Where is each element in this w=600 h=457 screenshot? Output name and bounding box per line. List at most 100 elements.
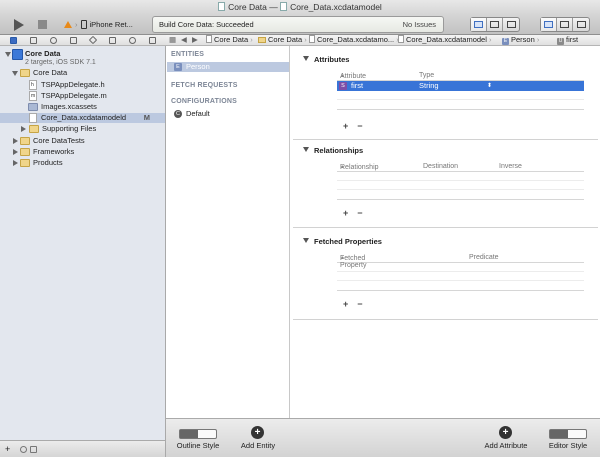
remove-fetched-property-icon[interactable]: − (357, 299, 362, 309)
disclosure-closed-icon[interactable] (13, 160, 18, 166)
tree-item-file[interactable]: Images.xcassets (0, 102, 165, 112)
add-entity-label: Add Entity (240, 441, 276, 450)
version-editor-button[interactable] (503, 18, 519, 31)
col-predicate[interactable]: Predicate (469, 254, 499, 261)
configurations-header: CONFIGURATIONS (171, 98, 238, 105)
add-entity-button[interactable]: + Add Entity (230, 419, 286, 457)
add-file-icon[interactable]: + (5, 444, 10, 454)
tree-item-label: Supporting Files (42, 124, 97, 133)
tree-item-group[interactable]: Supporting Files (0, 124, 165, 134)
jump-crumb-entity[interactable]: E Person › (502, 35, 539, 45)
back-arrow-icon[interactable]: ◀ (181, 35, 187, 45)
entity-item-person[interactable]: E Person (167, 62, 289, 72)
assistant-editor-button[interactable] (487, 18, 503, 31)
view-toggle-control[interactable] (540, 17, 590, 32)
tree-item-data-model[interactable]: Core_Data.xcdatamodeld M (0, 113, 165, 123)
add-attribute-icon[interactable]: + (343, 121, 348, 131)
remove-relationship-icon[interactable]: − (357, 208, 362, 218)
activity-status: Build Core Data: Succeeded (159, 20, 254, 29)
type-popup-chevron-icon[interactable]: ⬍ (487, 81, 492, 91)
attributes-header[interactable]: Attributes (303, 55, 349, 64)
outline-flat-icon[interactable] (180, 430, 198, 438)
recent-filter-icon[interactable] (20, 446, 27, 453)
add-fetched-property-icon[interactable]: + (343, 299, 348, 309)
issues-status[interactable]: No Issues (403, 17, 436, 32)
model-file-icon (309, 35, 315, 43)
sort-ascending-icon: ▲ (340, 255, 345, 261)
editor-style-label: Editor Style (548, 441, 588, 450)
editor-mode-control[interactable] (470, 17, 520, 32)
navigator-toggle-button[interactable] (541, 18, 557, 31)
related-items-icon[interactable]: ▦ (169, 35, 176, 45)
tree-item-group[interactable]: Frameworks (0, 147, 165, 157)
col-type[interactable]: Type (419, 72, 434, 79)
relationships-add-remove: + − (343, 208, 372, 218)
jump-crumb-group[interactable]: Core Data › (258, 35, 307, 45)
title-separator: — (269, 2, 278, 12)
section-divider (293, 139, 598, 140)
utilities-toggle-button[interactable] (573, 18, 589, 31)
editor-style-switch[interactable] (549, 429, 587, 439)
table-style-icon[interactable] (550, 430, 568, 438)
tree-item-sublabel: 2 targets, iOS SDK 7.1 (25, 59, 96, 66)
tree-item-file[interactable]: h TSPAppDelegate.h (0, 80, 165, 90)
issue-navigator-icon[interactable] (70, 36, 78, 44)
entities-header: ENTITIES (171, 51, 205, 58)
disclosure-closed-icon[interactable] (21, 126, 26, 132)
editor-bottom-bar: Outline Style + Add Entity + Add Attribu… (166, 418, 600, 457)
disclosure-closed-icon[interactable] (13, 138, 18, 144)
outline-style-switch[interactable] (179, 429, 217, 439)
jump-crumb-attribute[interactable]: Ufirst (557, 35, 578, 45)
disclosure-open-icon[interactable] (5, 52, 11, 57)
graph-style-icon[interactable] (568, 430, 586, 438)
relationships-header[interactable]: Relationships (303, 146, 363, 155)
log-navigator-icon[interactable] (148, 36, 156, 44)
add-attribute-button[interactable]: + Add Attribute (478, 419, 534, 457)
debug-toggle-button[interactable] (557, 18, 573, 31)
configuration-item-default[interactable]: C Default (167, 109, 289, 119)
tree-item-label: Images.xcassets (41, 102, 97, 111)
attribute-type-value[interactable]: String (419, 81, 439, 91)
source-control-badge: M (143, 113, 150, 122)
add-relationship-icon[interactable]: + (343, 208, 348, 218)
tree-item-file[interactable]: m TSPAppDelegate.m (0, 91, 165, 101)
col-destination[interactable]: Destination (423, 163, 458, 170)
standard-editor-button[interactable] (471, 18, 487, 31)
stop-button[interactable] (36, 17, 48, 32)
symbol-navigator-icon[interactable] (30, 36, 38, 44)
attribute-row-first[interactable]: S first String ⬍ (337, 81, 584, 91)
xcode-project-icon (12, 49, 23, 60)
scheme-separator-icon: › (75, 20, 78, 29)
attribute-name[interactable]: first (351, 81, 363, 91)
add-attribute-label: Add Attribute (484, 441, 528, 450)
outline-hierarchy-icon[interactable] (198, 430, 216, 438)
crumb-label: Core Data (214, 35, 249, 44)
debug-navigator-icon[interactable] (108, 36, 116, 44)
test-navigator-icon[interactable] (88, 35, 98, 45)
configuration-icon: C (174, 110, 182, 118)
breakpoint-navigator-icon[interactable] (128, 36, 136, 44)
remove-attribute-icon[interactable]: − (357, 121, 362, 131)
model-document-icon (280, 2, 288, 11)
tree-item-group[interactable]: Products (0, 158, 165, 168)
jump-crumb-model[interactable]: Core_Data.xcdatamodel › (398, 35, 491, 45)
jump-crumb-project[interactable]: Core Data › (206, 35, 253, 45)
tree-item-group[interactable]: Core DataTests (0, 136, 165, 146)
scm-filter-icon[interactable] (30, 446, 37, 453)
run-button[interactable] (12, 17, 26, 32)
scheme-selector[interactable]: › iPhone Ret... (64, 17, 152, 32)
tree-item-group-core-data[interactable]: Core Data (0, 68, 165, 78)
col-inverse[interactable]: Inverse (499, 163, 522, 170)
jump-crumb-model-bundle[interactable]: Core_Data.xcdatamo... › (309, 35, 399, 45)
fetched-properties-header[interactable]: Fetched Properties (303, 237, 382, 246)
project-navigator-icon[interactable] (10, 36, 18, 44)
toolbar: › iPhone Ret... Build Core Data: Succeed… (0, 14, 600, 35)
search-navigator-icon[interactable] (50, 36, 58, 44)
section-title: Relationships (314, 146, 364, 155)
forward-arrow-icon[interactable]: ▶ (192, 35, 198, 45)
entity-icon: E (502, 38, 509, 45)
disclosure-closed-icon[interactable] (13, 149, 18, 155)
crumb-label: Person (511, 35, 535, 44)
disclosure-open-icon[interactable] (12, 71, 18, 76)
tree-item-project[interactable]: Core Data 2 targets, iOS SDK 7.1 (0, 49, 165, 69)
